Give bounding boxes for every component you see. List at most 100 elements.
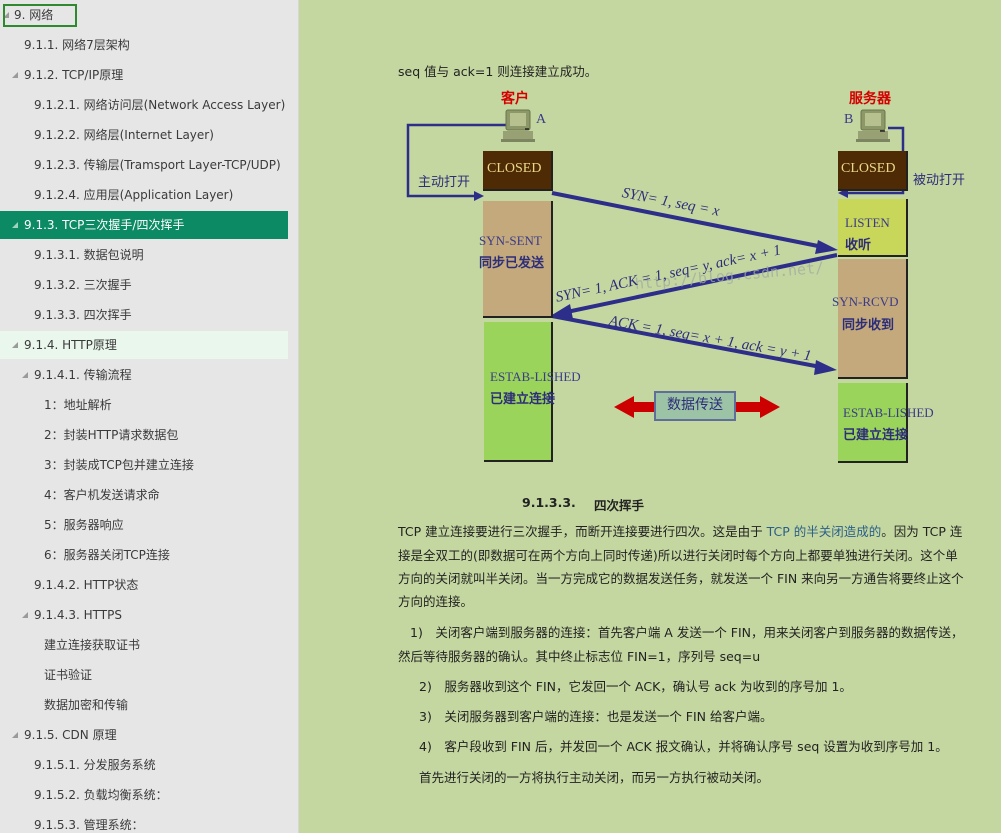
toc-item[interactable]: 9.1.3.1. 数据包说明 bbox=[0, 241, 288, 269]
toc-item-label: 4：客户机发送请求命 bbox=[44, 488, 160, 502]
toc-item-label: 9.1.4.1. 传输流程 bbox=[34, 368, 132, 382]
toc-item[interactable]: 建立连接获取证书 bbox=[0, 631, 288, 659]
toc-item[interactable]: 9.1.1. 网络7层架构 bbox=[0, 31, 288, 59]
half-close-link[interactable]: TCP 的半关闭造成的 bbox=[767, 524, 882, 539]
ack-arrowhead bbox=[814, 360, 837, 375]
expand-triangle-icon[interactable] bbox=[12, 342, 18, 348]
toc-item[interactable]: 9.1.3.2. 三次握手 bbox=[0, 271, 288, 299]
server-computer-icon bbox=[856, 109, 890, 142]
toc-item-label: 数据加密和传输 bbox=[44, 698, 129, 712]
client-letter: A bbox=[536, 112, 547, 127]
expand-triangle-icon[interactable] bbox=[12, 222, 18, 228]
expand-triangle-icon[interactable] bbox=[22, 372, 28, 378]
toc-item[interactable]: 5：服务器响应 bbox=[0, 511, 288, 539]
server-state-established: ESTAB-LISHED 已建立连接 bbox=[838, 383, 934, 463]
step-4: 4) 客户段收到 FIN 后，并发回一个 ACK 报文确认，并将确认序号 seq… bbox=[419, 739, 948, 754]
toc-item[interactable]: 4：客户机发送请求命 bbox=[0, 481, 288, 509]
expand-triangle-icon[interactable] bbox=[12, 732, 18, 738]
toc-item-label: 证书验证 bbox=[44, 668, 93, 682]
para-line-2: 接是全双工的(即数据可在两个方向上同时传递)所以进行关闭时每个方向上都要单独进行… bbox=[398, 548, 958, 563]
data-left-arrow bbox=[614, 396, 656, 418]
section-number: 9.1.3.3. bbox=[522, 495, 576, 510]
server-state-closed: CLOSED bbox=[838, 151, 908, 191]
document-content: seq 值与 ack=1 则连接建立成功。 客户 服务器 A B 主动打开 被动… bbox=[300, 0, 1001, 833]
toc-item-label: 9.1.3.2. 三次握手 bbox=[34, 278, 132, 292]
client-state-established: ESTAB-LISHED 已建立连接 bbox=[484, 322, 581, 462]
step-2: 2) 服务器收到这个 FIN，它发回一个 ACK，确认号 ack 为收到的序号加… bbox=[419, 679, 852, 694]
toc-item[interactable]: 2：封装HTTP请求数据包 bbox=[0, 421, 288, 449]
tcp-handshake-diagram: 客户 服务器 A B 主动打开 被动打开 CLOSED SYN-SENT 同步已… bbox=[300, 0, 1001, 480]
client-computer-icon bbox=[501, 109, 535, 142]
expand-triangle-icon[interactable] bbox=[22, 612, 28, 618]
toc-item[interactable]: 9.1.4.1. 传输流程 bbox=[0, 361, 288, 389]
toc-item[interactable]: 9.1.5.1. 分发服务系统 bbox=[0, 751, 288, 779]
toc-item[interactable]: 9. 网络 bbox=[0, 1, 288, 29]
client-title: 客户 bbox=[501, 91, 529, 107]
closing-note: 首先进行关闭的一方将执行主动关闭，而另一方执行被动关闭。 bbox=[419, 770, 770, 785]
data-right-arrow bbox=[732, 396, 780, 418]
toc-item[interactable]: 数据加密和传输 bbox=[0, 691, 288, 719]
server-title: 服务器 bbox=[849, 91, 891, 107]
toc-sidebar: 9. 网络 9.1.1. 网络7层架构 9.1.2. TCP/IP原理 9.1.2.1… bbox=[0, 0, 299, 833]
toc-item[interactable]: 9.1.5.2. 负载均衡系统： bbox=[0, 781, 288, 809]
toc-item-label: 3：封装成TCP包并建立连接 bbox=[44, 458, 194, 472]
toc-item[interactable]: 9.1.4. HTTP原理 bbox=[0, 331, 288, 359]
syn-arrowhead bbox=[815, 240, 838, 254]
toc-item-label: 9.1.5.2. 负载均衡系统： bbox=[34, 788, 168, 802]
toc-item-label: 9.1.5.3. 管理系统： bbox=[34, 818, 144, 832]
toc-item-label: 9.1.5. CDN 原理 bbox=[24, 728, 117, 742]
toc-item-label: 9.1.3.1. 数据包说明 bbox=[34, 248, 144, 262]
toc-item[interactable]: 9.1.2.2. 网络层(Internet Layer) bbox=[0, 121, 288, 149]
client-state-syn-sent: SYN-SENT 同步已发送 bbox=[479, 201, 553, 318]
toc-item-label: 9. 网络 bbox=[14, 8, 54, 22]
expand-triangle-icon[interactable] bbox=[3, 12, 9, 18]
step-3: 3) 关闭服务器到客户端的连接：也是发送一个 FIN 给客户端。 bbox=[419, 709, 773, 724]
toc-item[interactable]: 9.1.3. TCP三次握手/四次挥手 bbox=[0, 211, 288, 239]
toc-item[interactable]: 9.1.4.3. HTTPS bbox=[0, 601, 288, 629]
step-1-cont: 然后等待服务器的确认。其中终止标志位 FIN=1，序列号 seq=u bbox=[398, 649, 761, 664]
active-open-label: 主动打开 bbox=[418, 175, 471, 190]
toc-item-label: 9.1.3.3. 四次挥手 bbox=[34, 308, 132, 322]
toc-item-label: 建立连接获取证书 bbox=[44, 638, 141, 652]
toc-item[interactable]: 3：封装成TCP包并建立连接 bbox=[0, 451, 288, 479]
toc-item-label: 9.1.2.2. 网络层(Internet Layer) bbox=[34, 128, 214, 142]
toc-item[interactable]: 6：服务器关闭TCP连接 bbox=[0, 541, 288, 569]
toc-item[interactable]: 9.1.4.2. HTTP状态 bbox=[0, 571, 288, 599]
toc-item-label: 5：服务器响应 bbox=[44, 518, 124, 532]
expand-triangle-icon[interactable] bbox=[12, 72, 18, 78]
toc-item-label: 1：地址解析 bbox=[44, 398, 112, 412]
toc-item-label: 9.1.4.3. HTTPS bbox=[34, 608, 122, 622]
server-letter: B bbox=[844, 112, 854, 127]
step-1: 1) 关闭客户端到服务器的连接：首先客户端 A 发送一个 FIN，用来关闭客户到… bbox=[410, 625, 964, 640]
toc-item[interactable]: 1：地址解析 bbox=[0, 391, 288, 419]
toc-item[interactable]: 9.1.2. TCP/IP原理 bbox=[0, 61, 288, 89]
toc-item[interactable]: 证书验证 bbox=[0, 661, 288, 689]
toc-item-label: 9.1.2.4. 应用层(Application Layer) bbox=[34, 188, 234, 202]
server-state-listen: LISTEN 收听 bbox=[838, 199, 908, 257]
para-line-3: 方向的关闭就叫半关闭。当一方完成它的数据发送任务，就发送一个 FIN 来向另一方… bbox=[398, 571, 964, 586]
section-title: 四次挥手 bbox=[594, 498, 645, 513]
toc-item-label: 9.1.5.1. 分发服务系统 bbox=[34, 758, 156, 772]
client-state-closed: CLOSED bbox=[483, 151, 553, 191]
toc-item-label: 9.1.3. TCP三次握手/四次挥手 bbox=[24, 218, 185, 232]
toc-item[interactable]: 9.1.3.3. 四次挥手 bbox=[0, 301, 288, 329]
toc-item-label: 9.1.2. TCP/IP原理 bbox=[24, 68, 124, 82]
para-line-4: 方向的连接。 bbox=[398, 594, 474, 609]
toc-item-label: 9.1.4. HTTP原理 bbox=[24, 338, 117, 352]
server-state-syn-rcvd: SYN-RCVD 同步收到 bbox=[832, 259, 908, 379]
toc-item-label: 2：封装HTTP请求数据包 bbox=[44, 428, 179, 442]
toc-item-label: 9.1.4.2. HTTP状态 bbox=[34, 578, 139, 592]
toc-item[interactable]: 9.1.2.1. 网络访问层(Network Access Layer) bbox=[0, 91, 288, 119]
toc-item-label: 9.1.2.3. 传输层(Tramsport Layer-TCP/UDP) bbox=[34, 158, 281, 172]
toc-item-label: 9.1.1. 网络7层架构 bbox=[24, 38, 130, 52]
toc-item[interactable]: 9.1.2.3. 传输层(Tramsport Layer-TCP/UDP) bbox=[0, 151, 288, 179]
passive-open-label: 被动打开 bbox=[913, 173, 966, 188]
data-transfer-box: 数据传送 bbox=[654, 391, 736, 421]
toc-item-label: 6：服务器关闭TCP连接 bbox=[44, 548, 170, 562]
para-line-1: TCP 建立连接要进行三次握手，而断开连接要进行四次。这是由于 TCP 的半关闭… bbox=[398, 524, 963, 539]
toc-item[interactable]: 9.1.2.4. 应用层(Application Layer) bbox=[0, 181, 288, 209]
toc-item[interactable]: 9.1.5.3. 管理系统： bbox=[0, 811, 288, 833]
active-open-arrowhead bbox=[474, 191, 484, 201]
toc-item[interactable]: 9.1.5. CDN 原理 bbox=[0, 721, 288, 749]
toc-item-label: 9.1.2.1. 网络访问层(Network Access Layer) bbox=[34, 98, 286, 112]
